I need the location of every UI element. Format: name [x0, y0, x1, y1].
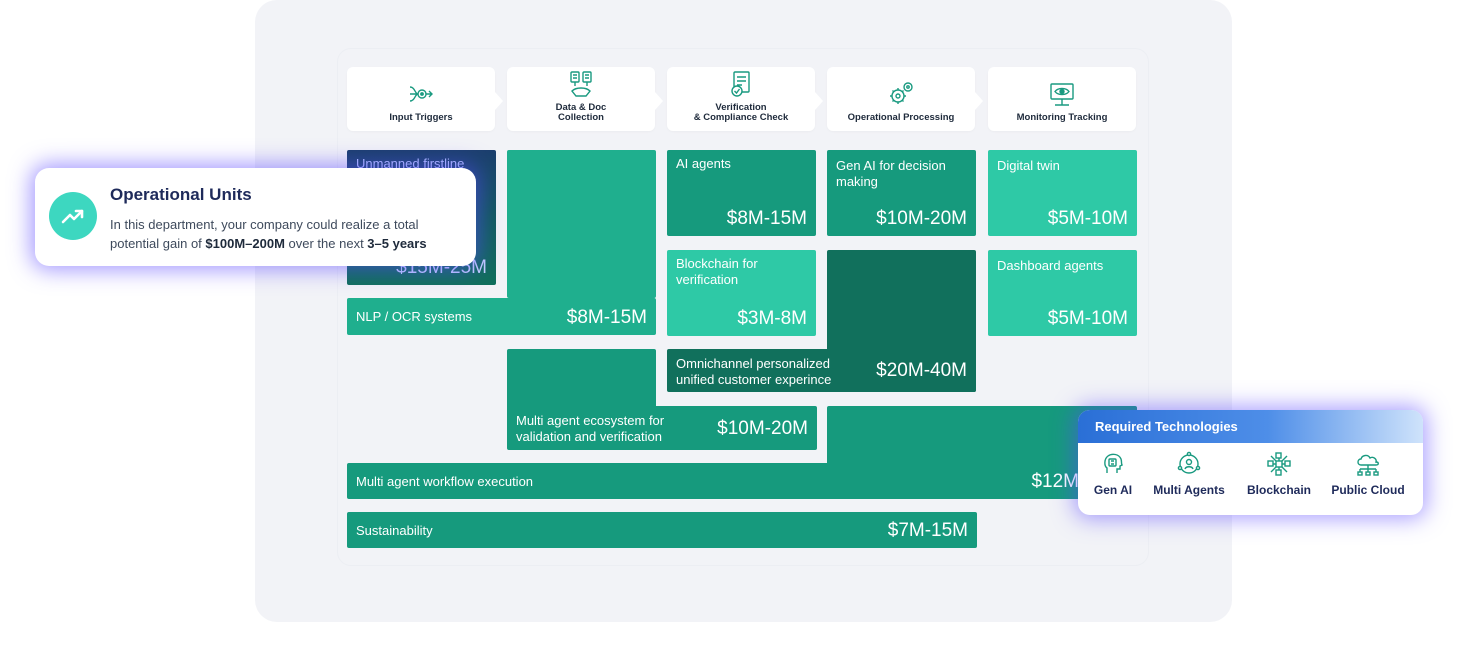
- input-triggers-icon: [409, 86, 433, 102]
- tile-value: $20M-40M: [876, 360, 967, 381]
- tech-blockchain[interactable]: Blockchain: [1234, 451, 1324, 499]
- tile-multi-agent-ecosystem[interactable]: Multi agent ecosystem for validation and…: [507, 406, 817, 450]
- tile-multi-agent-eco-upper[interactable]: [507, 349, 656, 409]
- stage-label: Verification & Compliance Check: [693, 102, 789, 123]
- tile-sustainability[interactable]: Sustainability $7M-15M: [347, 512, 977, 548]
- tile-title: Multi agent ecosystem for validation and…: [516, 413, 665, 444]
- tech-label: Blockchain: [1246, 483, 1312, 497]
- tile-ai-agents[interactable]: AI agents $8M-15M: [667, 150, 816, 236]
- tile-dashboard-agents[interactable]: Dashboard agents $5M-10M: [988, 250, 1137, 336]
- gears-icon: [890, 82, 913, 104]
- gain-amount: $100M–200M: [205, 236, 285, 251]
- card-header: Required Technologies: [1078, 410, 1423, 443]
- tile-value: $10M-20M: [876, 208, 967, 229]
- tile-title: AI agents: [676, 156, 731, 171]
- tile-title: Omnichannel personalized unified custome…: [676, 356, 832, 387]
- tech-label: Multi Agents: [1153, 483, 1225, 497]
- tile-nlp-ocr-upper[interactable]: [507, 150, 656, 298]
- description-text: over the next: [284, 236, 368, 251]
- stage-operational-processing[interactable]: Operational Processing: [827, 67, 975, 131]
- tile-title: NLP / OCR systems: [356, 309, 473, 324]
- ai-head-icon: [1104, 453, 1123, 473]
- tile-title: Blockchain for verification: [676, 256, 758, 287]
- tile-value: $8M-15M: [566, 307, 647, 328]
- data-doc-icon: [570, 71, 592, 97]
- tile-title: Sustainability: [356, 523, 433, 538]
- tile-value: $8M-15M: [726, 208, 807, 229]
- tile-digital-twin[interactable]: Digital twin $5M-10M: [988, 150, 1137, 236]
- blockchain-icon: [1267, 452, 1291, 476]
- cloud-icon: [1357, 454, 1379, 476]
- tile-value: $3M-8M: [737, 308, 807, 329]
- tile-title: Dashboard agents: [997, 258, 1104, 273]
- time-period: 3–5 years: [367, 236, 427, 251]
- stage-label: Input Triggers: [389, 112, 453, 123]
- stage-label: Data & Doc Collection: [555, 102, 607, 123]
- tile-genai-decision[interactable]: Gen AI for decision making $10M-20M: [827, 150, 976, 236]
- trend-up-icon: [49, 192, 97, 240]
- card-description: In this department, your company could r…: [110, 215, 470, 253]
- monitoring-icon: [1050, 83, 1074, 106]
- tile-value: $5M-10M: [1047, 308, 1128, 329]
- verification-icon: [731, 71, 750, 97]
- tile-value: $5M-10M: [1047, 208, 1128, 229]
- tech-label: Public Cloud: [1331, 483, 1405, 497]
- tile-title: Multi agent workflow execution: [356, 474, 534, 489]
- stage-label: Monitoring Tracking: [1016, 112, 1108, 123]
- tile-value: $12M: [1031, 471, 1079, 492]
- stage-data-doc-collection[interactable]: Data & Doc Collection: [507, 67, 655, 131]
- tech-multi-agents[interactable]: Multi Agents: [1144, 451, 1234, 499]
- tech-label: Gen AI: [1093, 483, 1133, 497]
- tile-title: Gen AI for decision making: [836, 158, 946, 189]
- tech-public-cloud[interactable]: Public Cloud: [1323, 451, 1413, 499]
- multi-agents-icon: [1177, 451, 1201, 474]
- stage-label: Operational Processing: [847, 112, 955, 123]
- chevron-right-icon: [815, 92, 823, 110]
- tile-value: $10M-20M: [717, 418, 808, 439]
- tile-title: Digital twin: [997, 158, 1060, 173]
- stage-monitoring-tracking[interactable]: Monitoring Tracking: [988, 67, 1136, 131]
- tile-omnichannel[interactable]: Omnichannel personalized unified custome…: [667, 349, 976, 392]
- required-technologies-card: Required Technologies Gen AI Multi Agent…: [1078, 410, 1423, 515]
- stage-verification-compliance[interactable]: Verification & Compliance Check: [667, 67, 815, 131]
- chevron-right-icon: [495, 92, 503, 110]
- tile-nlp-ocr-systems[interactable]: NLP / OCR systems $8M-15M: [347, 298, 656, 335]
- card-title: Operational Units: [110, 185, 252, 204]
- chevron-right-icon: [975, 92, 983, 110]
- tile-value: $7M-15M: [887, 520, 968, 541]
- tile-multi-agent-workflow[interactable]: Multi agent workflow execution $12M: [347, 463, 1137, 499]
- tile-blockchain-verification[interactable]: Blockchain for verification $3M-8M: [667, 250, 816, 336]
- stage-input-triggers[interactable]: Input Triggers: [347, 67, 495, 131]
- operational-units-card: Operational Units In this department, yo…: [35, 168, 476, 266]
- chevron-right-icon: [655, 92, 663, 110]
